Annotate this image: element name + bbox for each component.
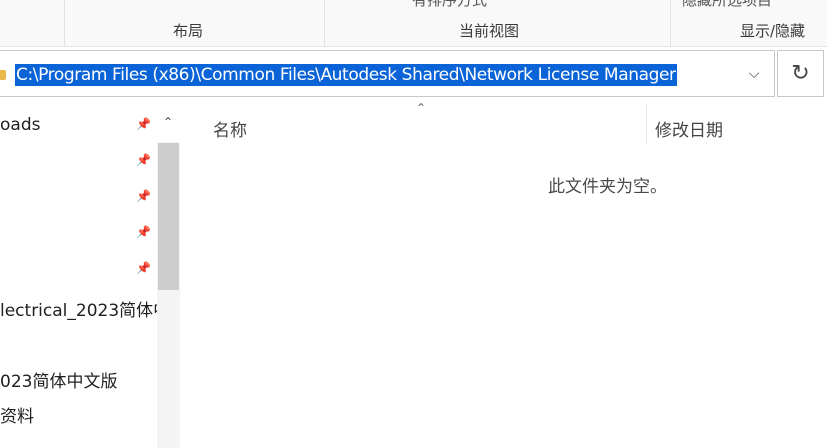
pin-icon: 📌 [136, 153, 151, 167]
ribbon-group-show-hide: 显示/隐藏 [740, 22, 806, 40]
nav-item-2023-chinese[interactable]: 023简体中文版 [0, 367, 117, 392]
nav-scrollbar-thumb[interactable] [158, 143, 179, 290]
address-path-input[interactable]: C:\Program Files (x86)\Common Files\Auto… [15, 64, 677, 86]
ribbon-group-current-view: 当前视图 [459, 22, 520, 40]
column-header-name[interactable]: 名称 [213, 116, 247, 141]
ribbon-separator [324, 0, 325, 46]
pin-icon: 📌 [136, 117, 151, 131]
folder-icon [0, 70, 6, 80]
empty-folder-message: 此文件夹为空。 [548, 177, 667, 197]
pin-icon: 📌 [136, 189, 151, 203]
ribbon-separator [64, 0, 65, 46]
refresh-button[interactable]: ↻ [777, 50, 824, 97]
ribbon-group-layout: 布局 [173, 22, 204, 40]
nav-item-resources[interactable]: 资料 [0, 402, 34, 427]
ribbon-hide-selected-partial[interactable]: 隐藏所选项目 [682, 0, 772, 10]
chevron-down-icon[interactable]: ⌵ [745, 65, 763, 83]
nav-item-downloads[interactable]: oads [0, 115, 40, 135]
column-separator[interactable] [646, 104, 647, 144]
ribbon: 有排序方式 隐藏所选项目 布局 当前视图 显示/隐藏 [0, 0, 827, 47]
ribbon-separator [670, 0, 671, 46]
ribbon-sort-partial[interactable]: 有排序方式 [412, 0, 487, 10]
scroll-up-arrow-icon[interactable]: ⌃ [156, 112, 180, 132]
nav-item-electrical[interactable]: lectrical_2023简体中 [0, 296, 170, 321]
refresh-icon: ↻ [791, 61, 810, 86]
address-bar[interactable]: C:\Program Files (x86)\Common Files\Auto… [0, 50, 775, 97]
pin-icon: 📌 [136, 261, 151, 275]
pin-icon: 📌 [136, 225, 151, 239]
column-header-date-modified[interactable]: 修改日期 [655, 116, 723, 141]
sort-ascending-icon: ⌃ [416, 101, 427, 115]
